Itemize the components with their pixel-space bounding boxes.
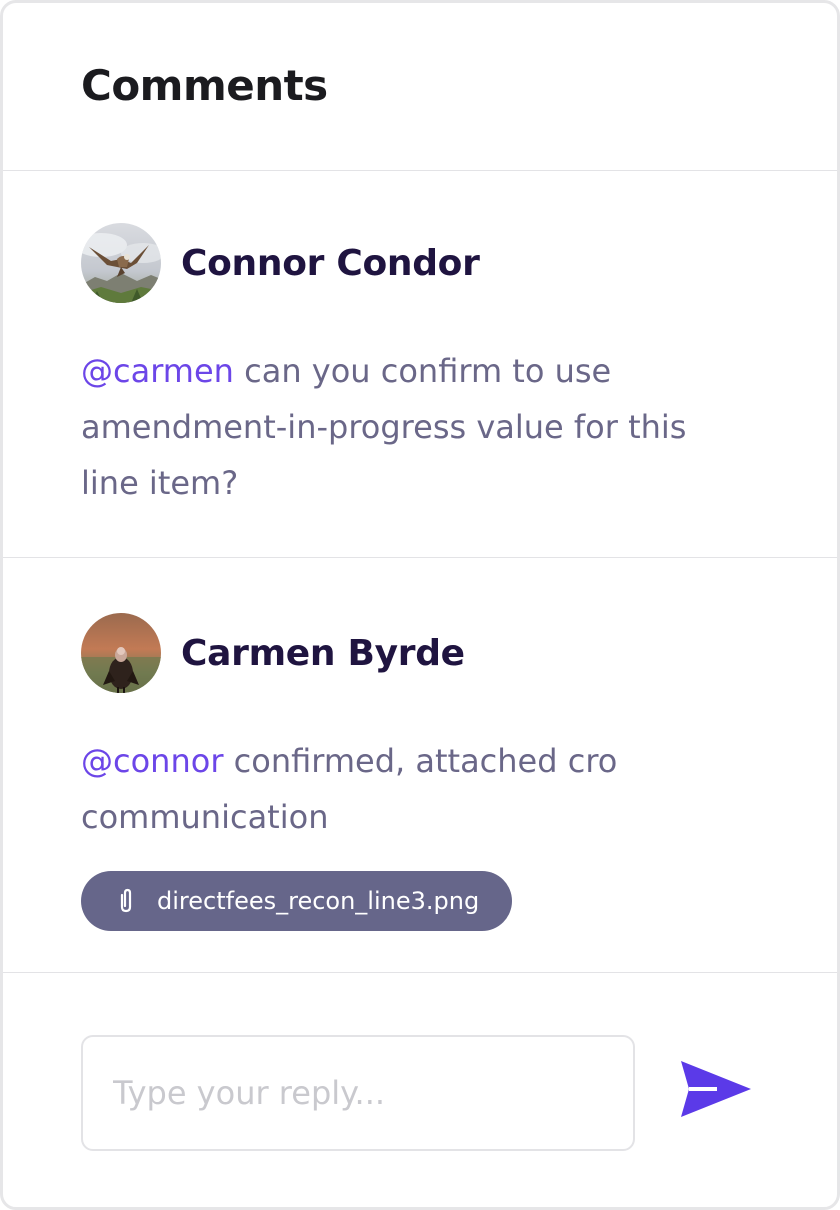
avatar[interactable]	[81, 613, 161, 693]
vulture-photo-avatar	[81, 613, 161, 693]
reply-area	[3, 973, 837, 1207]
comment-item: Connor Condor @carmen can you confirm to…	[3, 171, 837, 558]
comment-author-name: Connor Condor	[181, 242, 480, 284]
comment-text: @connor confirmed, attached cro communic…	[81, 733, 741, 845]
panel-header: Comments	[3, 3, 837, 171]
attachment-filename: directfees_recon_line3.png	[157, 887, 480, 915]
send-button[interactable]	[677, 1057, 755, 1121]
comment-item: Carmen Byrde @connor confirmed, attached…	[3, 558, 837, 973]
reply-input[interactable]	[81, 1035, 635, 1151]
comment-author-name: Carmen Byrde	[181, 632, 465, 674]
panel-title: Comments	[81, 61, 328, 110]
avatar[interactable]	[81, 223, 161, 303]
comment-text: @carmen can you confirm to use amendment…	[81, 343, 741, 511]
condor-photo-avatar	[81, 223, 161, 303]
attachment-chip[interactable]: directfees_recon_line3.png	[81, 871, 513, 931]
comment-author-row: Carmen Byrde	[81, 613, 837, 693]
paperclip-icon	[120, 888, 132, 913]
mention-link[interactable]: @carmen	[81, 352, 234, 390]
comment-author-row: Connor Condor	[81, 223, 837, 303]
comments-panel: Comments Connor Condor @carmen can you c…	[0, 0, 840, 1210]
send-icon	[681, 1061, 751, 1117]
mention-link[interactable]: @connor	[81, 742, 223, 780]
